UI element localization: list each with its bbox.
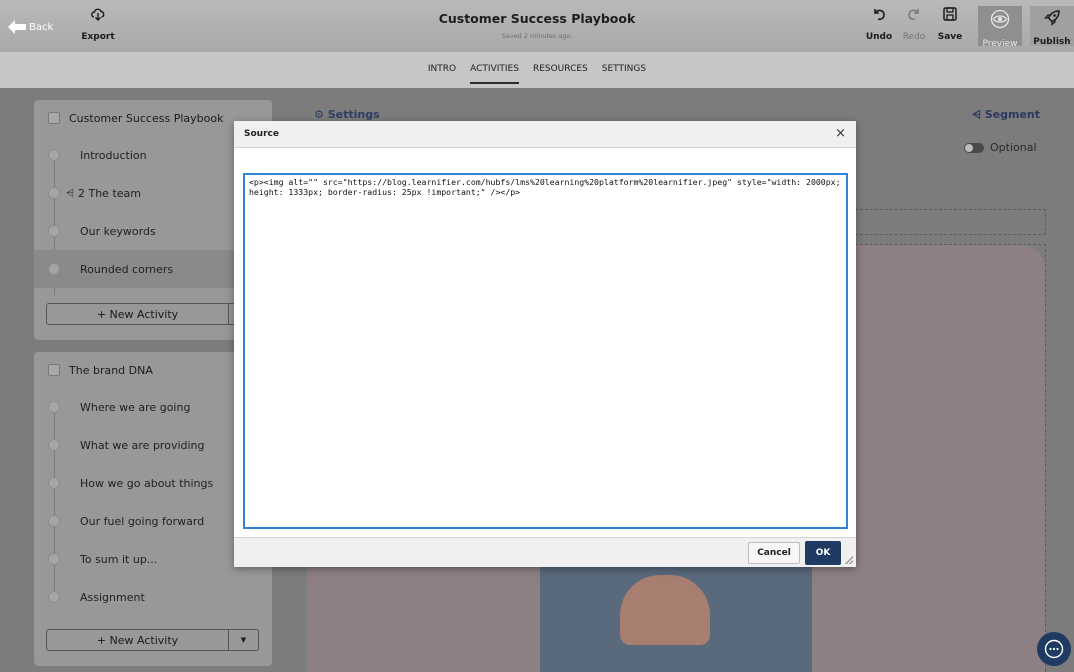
activity-dot [48,439,60,451]
chat-bubble-icon [1044,639,1064,659]
save-label: Save [937,32,963,42]
activity-dot [48,149,60,161]
activity-label: Our keywords [80,224,156,238]
eye-icon [990,9,1010,29]
activity-dot [48,553,60,565]
tab-activities[interactable]: ACTIVITIES [463,64,526,84]
activity-label: Our fuel going forward [80,514,205,528]
editor-field-outline [850,209,1046,235]
activity-dot [48,263,60,275]
preview-label: Preview [982,39,1018,49]
image-hands [620,575,710,645]
new-activity-label: + New Activity [96,307,179,321]
chevron-down-icon[interactable]: ▼ [228,630,258,650]
activity-dot [48,187,60,199]
section-icon [48,364,60,376]
save-button[interactable]: Save [936,6,964,43]
redo-icon [908,9,919,20]
optional-toggle[interactable]: Optional [964,141,1037,154]
new-activity-label: + New Activity [96,633,179,647]
activity-dot [48,225,60,237]
toggle-switch[interactable] [964,142,984,153]
source-code-textarea[interactable]: <p><img alt="" src="https://blog.learnif… [243,173,848,529]
section-title-1: Customer Success Playbook [69,111,224,125]
dialog-title: Source [244,129,279,139]
segment-icon: ⩤ [66,187,74,199]
section-title-2: The brand DNA [69,363,153,377]
settings-link[interactable]: ⚙ Settings [314,108,380,121]
activity-label: What we are providing [80,438,205,452]
activity-dot [48,591,60,603]
cancel-button[interactable]: Cancel [748,542,800,564]
redo-label: Redo [902,32,926,42]
resize-handle-icon[interactable] [845,556,853,564]
activity-label: How we go about things [80,476,214,490]
segment-link[interactable]: ⩤ Segment [972,108,1040,122]
dialog-footer: Cancel OK [234,537,856,567]
new-activity-button-2[interactable]: + New Activity ▼ [46,629,259,651]
activity-dot [48,515,60,527]
chat-button[interactable] [1037,632,1071,666]
preview-button[interactable]: Preview [978,6,1022,49]
settings-label: Settings [327,108,380,121]
undo-icon [874,9,885,21]
activity-label: Assignment [80,590,145,604]
nav-tabs-bar: INTRO ACTIVITIES RESOURCES SETTINGS [0,52,1074,88]
activity-label: Rounded corners [80,262,174,276]
floppy-disk-icon [943,7,957,21]
rocket-icon [1044,10,1060,26]
activity-label: 2 The team [78,186,141,200]
segment-label: Segment [984,108,1040,121]
activity-label: To sum it up... [80,552,158,566]
close-icon[interactable]: × [835,127,846,140]
section-icon [48,112,60,124]
undo-button[interactable]: Undo [864,6,894,43]
dialog-header: Source × [234,121,856,148]
segment-icon: ⩤ [972,108,981,121]
activity-label: Introduction [80,148,147,162]
tab-intro[interactable]: INTRO [421,64,463,84]
publish-button[interactable]: Publish [1030,6,1074,47]
top-toolbar: Back Export Customer Success Playbook Sa… [0,0,1074,52]
source-dialog: Source × <p><img alt="" src="https://blo… [234,121,856,567]
ok-button[interactable]: OK [805,541,841,565]
dialog-body: <p><img alt="" src="https://blog.learnif… [234,149,856,537]
activity-dot [48,401,60,413]
tab-settings[interactable]: SETTINGS [595,64,653,84]
redo-button[interactable]: Redo [898,6,930,43]
optional-label: Optional [990,141,1037,154]
tab-resources[interactable]: RESOURCES [526,64,595,84]
activity-dot [48,477,60,489]
gear-icon: ⚙ [314,108,324,121]
activity-item-assignment[interactable]: Assignment [34,578,272,616]
activity-label: Where we are going [80,400,191,414]
tab-list: INTRO ACTIVITIES RESOURCES SETTINGS [0,64,1074,84]
publish-label: Publish [1033,37,1071,47]
new-activity-button-1[interactable]: + New Activity ▼ [46,303,259,325]
undo-label: Undo [865,32,893,42]
